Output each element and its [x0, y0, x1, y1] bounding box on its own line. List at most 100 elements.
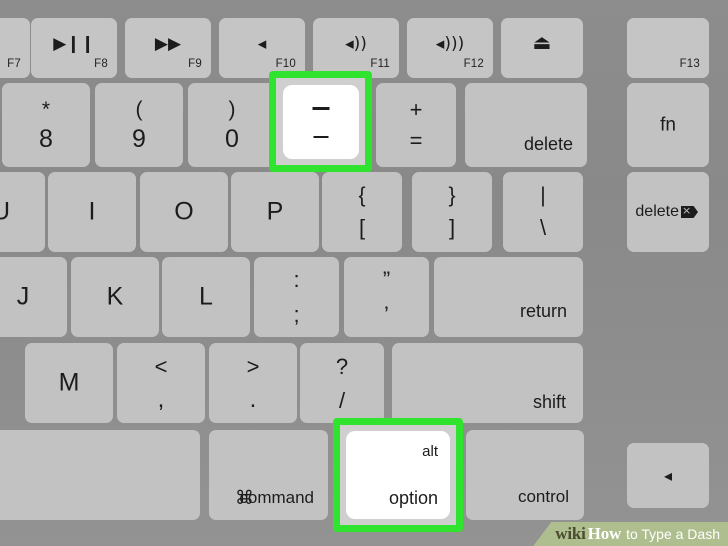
key-forward-delete-label: delete [635, 203, 679, 220]
key-k-label: K [106, 282, 124, 311]
key-f13-label: F13 [679, 57, 700, 70]
key-comma-lower: , [157, 385, 165, 413]
key-eject[interactable]: ⏏ [501, 18, 583, 78]
key-zero-upper: ) [228, 97, 236, 121]
key-o[interactable]: O [140, 172, 228, 252]
key-left-bracket[interactable]: { [ [322, 172, 402, 252]
key-eight-upper: * [41, 97, 51, 121]
key-eight-lower: 8 [39, 124, 53, 153]
key-slash[interactable]: ? / [300, 343, 384, 423]
key-l-label: L [199, 282, 213, 311]
key-comma-upper: < [154, 353, 168, 379]
key-delete-label: delete [523, 134, 573, 154]
key-semicolon-lower: ; [293, 301, 300, 327]
fast-forward-icon: ▶▶ [154, 34, 182, 54]
key-eight[interactable]: * 8 [2, 83, 90, 167]
key-equals-upper: + [409, 96, 423, 122]
key-delete[interactable]: delete [465, 83, 587, 167]
key-m[interactable]: M [25, 343, 113, 423]
wikihow-watermark: wiki How to Type a Dash [533, 522, 728, 546]
key-command-label: command [239, 488, 314, 507]
keyboard-photo: F7 ▶❙❙ F8 ▶▶ F9 ◂ F10 ◂)) F11 ◂))) F12 ⏏… [0, 0, 728, 546]
watermark-how: How [587, 524, 622, 543]
key-fn-label: fn [660, 114, 676, 136]
key-f12[interactable]: ◂))) F12 [407, 18, 493, 78]
key-slash-lower: / [338, 387, 346, 413]
key-forward-delete[interactable]: delete [627, 172, 709, 252]
key-period[interactable]: > . [209, 343, 297, 423]
key-control[interactable]: control [466, 430, 584, 520]
key-f9[interactable]: ▶▶ F9 [125, 18, 211, 78]
key-j-label: J [16, 282, 30, 311]
key-right-bracket-lower: ] [448, 215, 456, 241]
en-dash-glyph [313, 135, 329, 139]
key-return-label: return [519, 301, 567, 321]
key-f10-label: F10 [275, 57, 296, 70]
key-spacebar[interactable] [0, 430, 200, 520]
eject-icon: ⏏ [532, 30, 552, 55]
key-nine-lower: 9 [132, 124, 146, 153]
key-o-label: O [174, 197, 194, 226]
key-l[interactable]: L [162, 257, 250, 337]
key-f12-label: F12 [463, 57, 484, 70]
key-slash-upper: ? [335, 353, 349, 379]
key-f11[interactable]: ◂)) F11 [313, 18, 399, 78]
watermark-wiki: wiki [555, 524, 586, 543]
key-left-arrow[interactable]: ◂ [627, 443, 709, 508]
key-period-lower: . [249, 385, 257, 413]
key-f8-label: F8 [94, 57, 108, 70]
key-f10[interactable]: ◂ F10 [219, 18, 305, 78]
key-p[interactable]: P [231, 172, 319, 252]
key-backslash-upper: | [540, 183, 546, 207]
key-nine[interactable]: ( 9 [95, 83, 183, 167]
key-control-label: control [517, 487, 569, 506]
volume-up-icon: ◂))) [435, 34, 465, 54]
key-option-alt-label: alt [422, 443, 438, 460]
key-option-label: option [388, 488, 438, 508]
key-u[interactable]: U [0, 172, 45, 252]
key-f11-label: F11 [370, 57, 390, 70]
key-comma[interactable]: < , [117, 343, 205, 423]
key-backslash-lower: \ [539, 215, 547, 241]
key-i-label: I [88, 197, 96, 226]
volume-mute-icon: ◂ [257, 34, 267, 54]
key-p-label: P [266, 197, 284, 226]
key-f13[interactable]: F13 [627, 18, 709, 78]
key-u-label: U [0, 197, 11, 226]
volume-down-icon: ◂)) [345, 34, 367, 54]
key-nine-upper: ( [135, 97, 143, 121]
em-dash-glyph [312, 107, 330, 111]
key-quote-upper: ” [382, 267, 391, 292]
forward-delete-icon [681, 206, 698, 218]
key-equals-lower: = [409, 127, 423, 153]
key-equals[interactable]: + = [376, 83, 456, 167]
key-left-bracket-lower: [ [358, 215, 366, 241]
key-fn[interactable]: fn [627, 83, 709, 167]
key-right-bracket-upper: } [448, 183, 456, 207]
left-arrow-icon: ◂ [663, 465, 673, 485]
key-quote-lower: ’ [384, 301, 389, 327]
key-minus[interactable] [283, 85, 359, 159]
key-f9-label: F9 [188, 57, 202, 70]
key-quote[interactable]: ” ’ [344, 257, 429, 337]
key-return[interactable]: return [434, 257, 583, 337]
key-f8[interactable]: ▶❙❙ F8 [31, 18, 117, 78]
watermark-title: to Type a Dash [626, 526, 720, 542]
key-semicolon[interactable]: : ; [254, 257, 339, 337]
key-k[interactable]: K [71, 257, 159, 337]
key-shift-label: shift [532, 392, 566, 412]
key-right-bracket[interactable]: } ] [412, 172, 492, 252]
key-i[interactable]: I [48, 172, 136, 252]
key-backslash[interactable]: | \ [503, 172, 583, 252]
key-left-bracket-upper: { [358, 183, 366, 207]
key-shift[interactable]: shift [392, 343, 583, 423]
key-semicolon-upper: : [293, 267, 300, 292]
key-command[interactable]: ⌘ command [209, 430, 328, 520]
key-zero[interactable]: ) 0 [188, 83, 276, 167]
key-f7[interactable]: F7 [0, 18, 30, 78]
key-option[interactable]: alt option [346, 431, 450, 519]
key-j[interactable]: J [0, 257, 67, 337]
play-pause-icon: ▶❙❙ [53, 34, 95, 54]
key-zero-lower: 0 [225, 124, 239, 153]
key-m-label: M [58, 368, 80, 397]
